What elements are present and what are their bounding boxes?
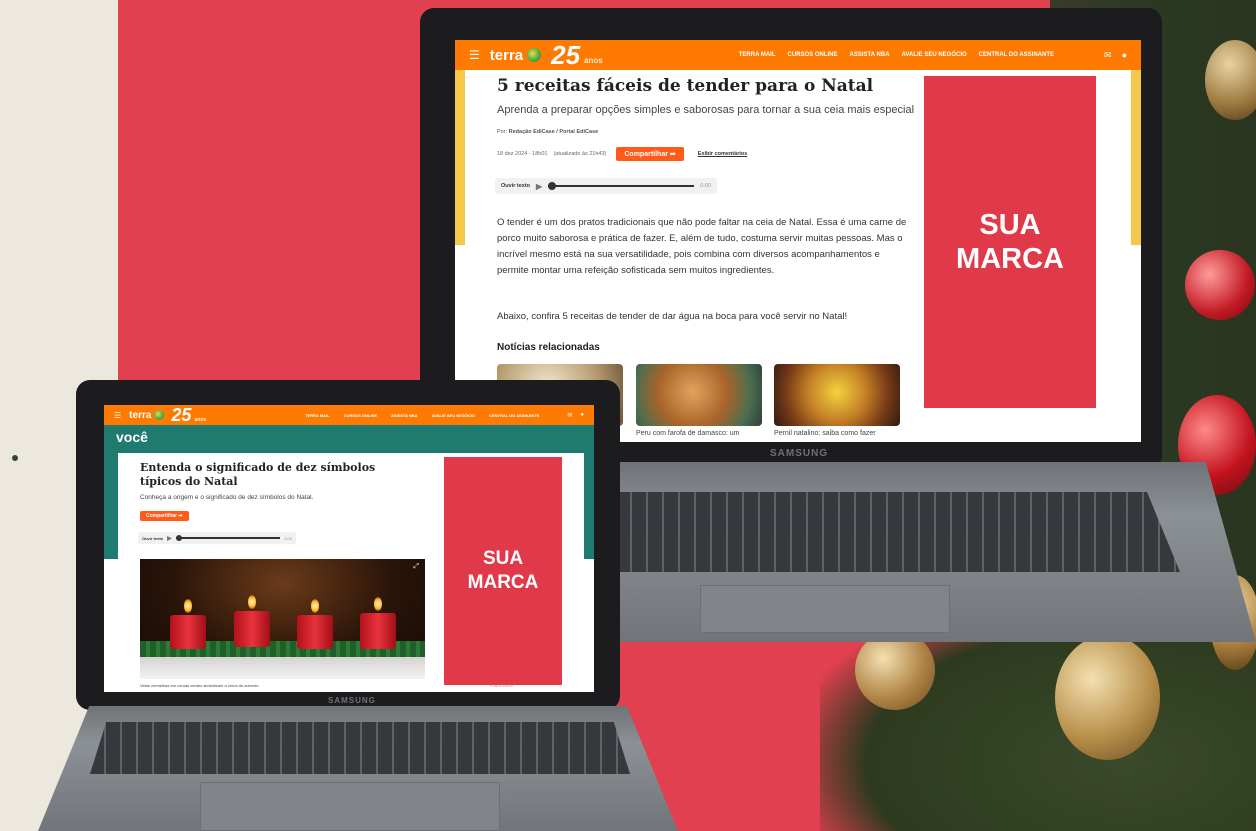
nav-cursos-online[interactable]: CURSOS ONLINE: [788, 52, 838, 58]
user-icon[interactable]: ●: [1122, 50, 1127, 60]
terra-logo-text: terra: [129, 409, 152, 421]
candle-flame: [374, 597, 382, 611]
related-image[interactable]: [774, 364, 900, 426]
red-candle: [170, 615, 206, 649]
small-laptop-brand: SAMSUNG: [328, 696, 376, 705]
mail-icon[interactable]: ✉: [567, 412, 572, 419]
mail-icon[interactable]: ✉: [1104, 50, 1112, 61]
ad-placeholder[interactable]: SUA MARCA: [444, 457, 562, 685]
nav-assista-nba[interactable]: ASSISTA NBA: [850, 52, 890, 58]
terra-logo[interactable]: terra 25 anos: [129, 405, 206, 426]
play-icon[interactable]: ▶: [536, 182, 542, 191]
share-arrow-icon: ➦: [669, 151, 676, 158]
nav-links: TERRA MAIL CURSOS ONLINE ASSISTA NBA AVA…: [739, 52, 1054, 58]
related-caption[interactable]: Peru com farofa de damasco: um: [636, 430, 740, 437]
article-updated: (atualizado às 21h43): [553, 151, 607, 157]
decorative-dot: [12, 455, 18, 461]
article-paragraph: O tender é um dos pratos tradicionais qu…: [497, 217, 907, 276]
comments-link[interactable]: Exibir comentários: [698, 151, 748, 157]
related-heading: Notícias relacionadas: [497, 342, 600, 353]
player-label: Ouvir texto: [142, 535, 164, 541]
terra-logo-text: terra: [489, 46, 524, 64]
ornament-gold: [1055, 635, 1160, 760]
player-progress-track[interactable]: [175, 535, 281, 541]
terra-globe-icon: [154, 410, 165, 420]
big-laptop-brand: SAMSUNG: [770, 448, 829, 459]
player-label: Ouvir texto: [501, 183, 531, 189]
share-label: Compartilhar: [624, 151, 668, 158]
player-time: 0:00: [700, 183, 711, 189]
nav-terra-mail[interactable]: TERRA MAIL: [305, 413, 330, 418]
image-caption: Velas vermelhas em coroas verdes simboli…: [140, 683, 259, 688]
red-candle: [297, 615, 333, 649]
terra-globe-icon: [527, 48, 542, 62]
terra-navbar: ☰ terra 25 anos TERRA MAIL CURSOS ONLINE…: [104, 405, 594, 425]
logo-anos: anos: [194, 416, 207, 423]
share-label: Compartilhar: [146, 513, 178, 519]
candles-image[interactable]: ⤢: [140, 559, 425, 679]
terra-navbar: ☰ terra 25 anos TERRA MAIL CURSOS ONLINE…: [455, 40, 1141, 70]
nav-terra-mail[interactable]: TERRA MAIL: [739, 52, 776, 58]
small-laptop-keyboard: [90, 722, 630, 774]
ad-placeholder[interactable]: SUA MARCA: [924, 76, 1096, 408]
terra-logo[interactable]: terra 25 anos: [490, 40, 603, 71]
article-title: 5 receitas fáceis de tender para o Natal: [497, 76, 874, 96]
article-date: 18 dez 2024 - 18h01: [497, 151, 548, 157]
share-arrow-icon: ➦: [178, 513, 183, 519]
nav-assista-nba[interactable]: ASSISTA NBA: [391, 413, 418, 418]
article-title: Entenda o significado de dez símbolos tí…: [140, 461, 376, 488]
red-candle: [234, 611, 270, 647]
share-button[interactable]: Compartilhar ➦: [140, 511, 189, 521]
logo-25: 25: [171, 405, 192, 425]
logo-25: 25: [551, 40, 581, 70]
article-paragraph: Abaixo, confira 5 receitas de tender de …: [497, 311, 848, 322]
article-subtitle: Aprenda a preparar opções simples e sabo…: [497, 104, 915, 116]
candle-flame: [248, 595, 256, 609]
logo-anos: anos: [584, 55, 603, 65]
nav-avalie-negocio[interactable]: AVALIE SEU NEGÓCIO: [432, 413, 475, 418]
voce-section-logo[interactable]: você: [116, 429, 148, 445]
user-icon[interactable]: ●: [580, 412, 584, 418]
byline: Por: Redação EdiCase / Portal EdiCase: [497, 129, 598, 135]
small-laptop-touchpad: [200, 782, 500, 831]
candle-flame: [184, 599, 192, 613]
nav-avalie-negocio[interactable]: AVALIE SEU NEGÓCIO: [902, 52, 967, 58]
player-knob[interactable]: [175, 535, 182, 541]
candle-flame: [311, 599, 319, 613]
nav-links: TERRA MAIL CURSOS ONLINE ASSISTA NBA AVA…: [305, 413, 539, 418]
accent-strip: [1131, 70, 1141, 245]
nav-central-assinante[interactable]: CENTRAL DO ASSINANTE: [489, 413, 539, 418]
nav-central-assinante[interactable]: CENTRAL DO ASSINANTE: [979, 52, 1054, 58]
player-progress-track[interactable]: [548, 182, 695, 190]
audio-player: Ouvir texto ▶ 0:00: [138, 532, 296, 544]
article-subtitle: Conheça a origem e o significado de dez …: [140, 494, 314, 501]
audio-player: Ouvir texto ▶ 0:00: [495, 178, 717, 194]
byline-prefix: Por:: [497, 129, 508, 135]
related-caption[interactable]: Pernil natalino: saiba como fazer: [774, 430, 876, 437]
big-laptop-touchpad: [700, 585, 950, 633]
play-icon[interactable]: ▶: [167, 535, 172, 542]
nav-cursos-online[interactable]: CURSOS ONLINE: [344, 413, 377, 418]
expand-icon[interactable]: ⤢: [413, 563, 419, 571]
menu-icon[interactable]: ☰: [469, 48, 480, 62]
accent-strip: [455, 70, 465, 245]
red-candle: [360, 613, 396, 649]
player-time: 0:00: [284, 535, 292, 541]
byline-author[interactable]: Redação EdiCase / Portal EdiCase: [509, 129, 599, 135]
related-image[interactable]: [636, 364, 762, 426]
article-meta: 18 dez 2024 - 18h01 (atualizado às 21h43…: [497, 147, 747, 161]
small-laptop-screen: ☰ terra 25 anos TERRA MAIL CURSOS ONLINE…: [104, 405, 594, 692]
ornament-gold: [855, 630, 935, 710]
menu-icon[interactable]: ☰: [114, 411, 121, 420]
ornament-red: [1185, 250, 1255, 320]
player-knob[interactable]: [548, 182, 557, 190]
share-button[interactable]: Compartilhar ➦: [616, 147, 684, 161]
ornament-gold: [1205, 40, 1256, 120]
